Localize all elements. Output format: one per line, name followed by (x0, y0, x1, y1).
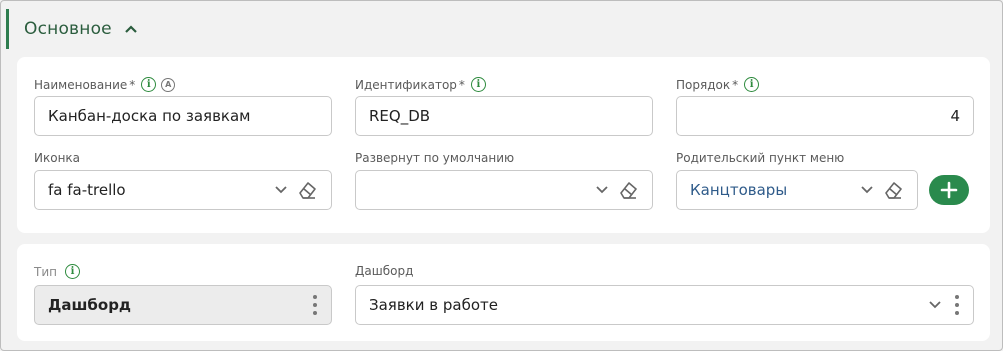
identifier-value: REQ_DB (369, 107, 431, 125)
name-label-text: Наименование (34, 77, 128, 92)
icon-label-text: Иконка (34, 151, 81, 165)
type-value: Дашборд (48, 296, 132, 314)
section-header[interactable]: Основное (6, 9, 996, 49)
section-title: Основное (24, 19, 112, 39)
eraser-icon[interactable] (617, 179, 639, 201)
form-frame: Основное Наименование * i A Идентификато… (0, 0, 1003, 351)
chevron-down-icon[interactable] (274, 185, 288, 195)
add-parent-button[interactable] (929, 175, 969, 205)
expanded-label: Развернут по умолчанию (355, 151, 514, 165)
chevron-up-icon[interactable] (124, 24, 138, 34)
icon-label: Иконка (34, 151, 80, 165)
identifier-label: Идентификатор * i (355, 77, 486, 92)
order-input[interactable]: 4 (676, 96, 974, 136)
plus-icon (940, 181, 958, 199)
language-badge-icon[interactable]: A (161, 77, 176, 92)
info-icon[interactable]: i (141, 77, 157, 92)
icon-select[interactable]: fa fa-trello (34, 170, 332, 210)
info-icon[interactable]: i (64, 264, 80, 279)
parent-menu-label-text: Родительский пункт меню (676, 151, 845, 165)
type-label: Тип i (34, 264, 80, 279)
name-value: Канбан-доска по заявкам (48, 107, 251, 125)
info-icon[interactable]: i (470, 77, 486, 92)
expanded-label-text: Развернут по умолчанию (355, 151, 515, 165)
eraser-icon[interactable] (296, 179, 318, 201)
order-label-text: Порядок (676, 77, 731, 92)
parent-menu-select[interactable]: Канцтовары (676, 170, 918, 210)
required-mark: * (458, 77, 465, 92)
order-label: Порядок * i (676, 77, 760, 92)
type-label-text: Тип (34, 264, 57, 279)
info-icon[interactable]: i (744, 77, 760, 92)
name-input[interactable]: Канбан-доска по заявкам (34, 96, 332, 136)
dashboard-select[interactable]: Заявки в работе (355, 285, 974, 325)
required-mark: * (129, 77, 136, 92)
eraser-icon[interactable] (882, 179, 904, 201)
chevron-down-icon[interactable] (860, 185, 874, 195)
icon-value: fa fa-trello (48, 181, 126, 199)
identifier-label-text: Идентификатор (355, 77, 457, 92)
dashboard-label: Дашборд (355, 264, 413, 278)
expanded-select[interactable] (355, 170, 653, 210)
chevron-down-icon[interactable] (928, 300, 942, 310)
more-vertical-icon[interactable] (954, 295, 960, 315)
type-select: Дашборд (34, 285, 332, 325)
more-vertical-icon[interactable] (312, 295, 318, 315)
name-label: Наименование * i A (34, 77, 176, 92)
dashboard-value: Заявки в работе (369, 296, 498, 314)
parent-menu-label: Родительский пункт меню (676, 151, 844, 165)
required-mark: * (732, 77, 739, 92)
chevron-down-icon[interactable] (595, 185, 609, 195)
order-value: 4 (950, 107, 960, 125)
dashboard-label-text: Дашборд (355, 264, 414, 278)
parent-menu-value[interactable]: Канцтовары (690, 181, 852, 199)
identifier-input[interactable]: REQ_DB (355, 96, 653, 136)
